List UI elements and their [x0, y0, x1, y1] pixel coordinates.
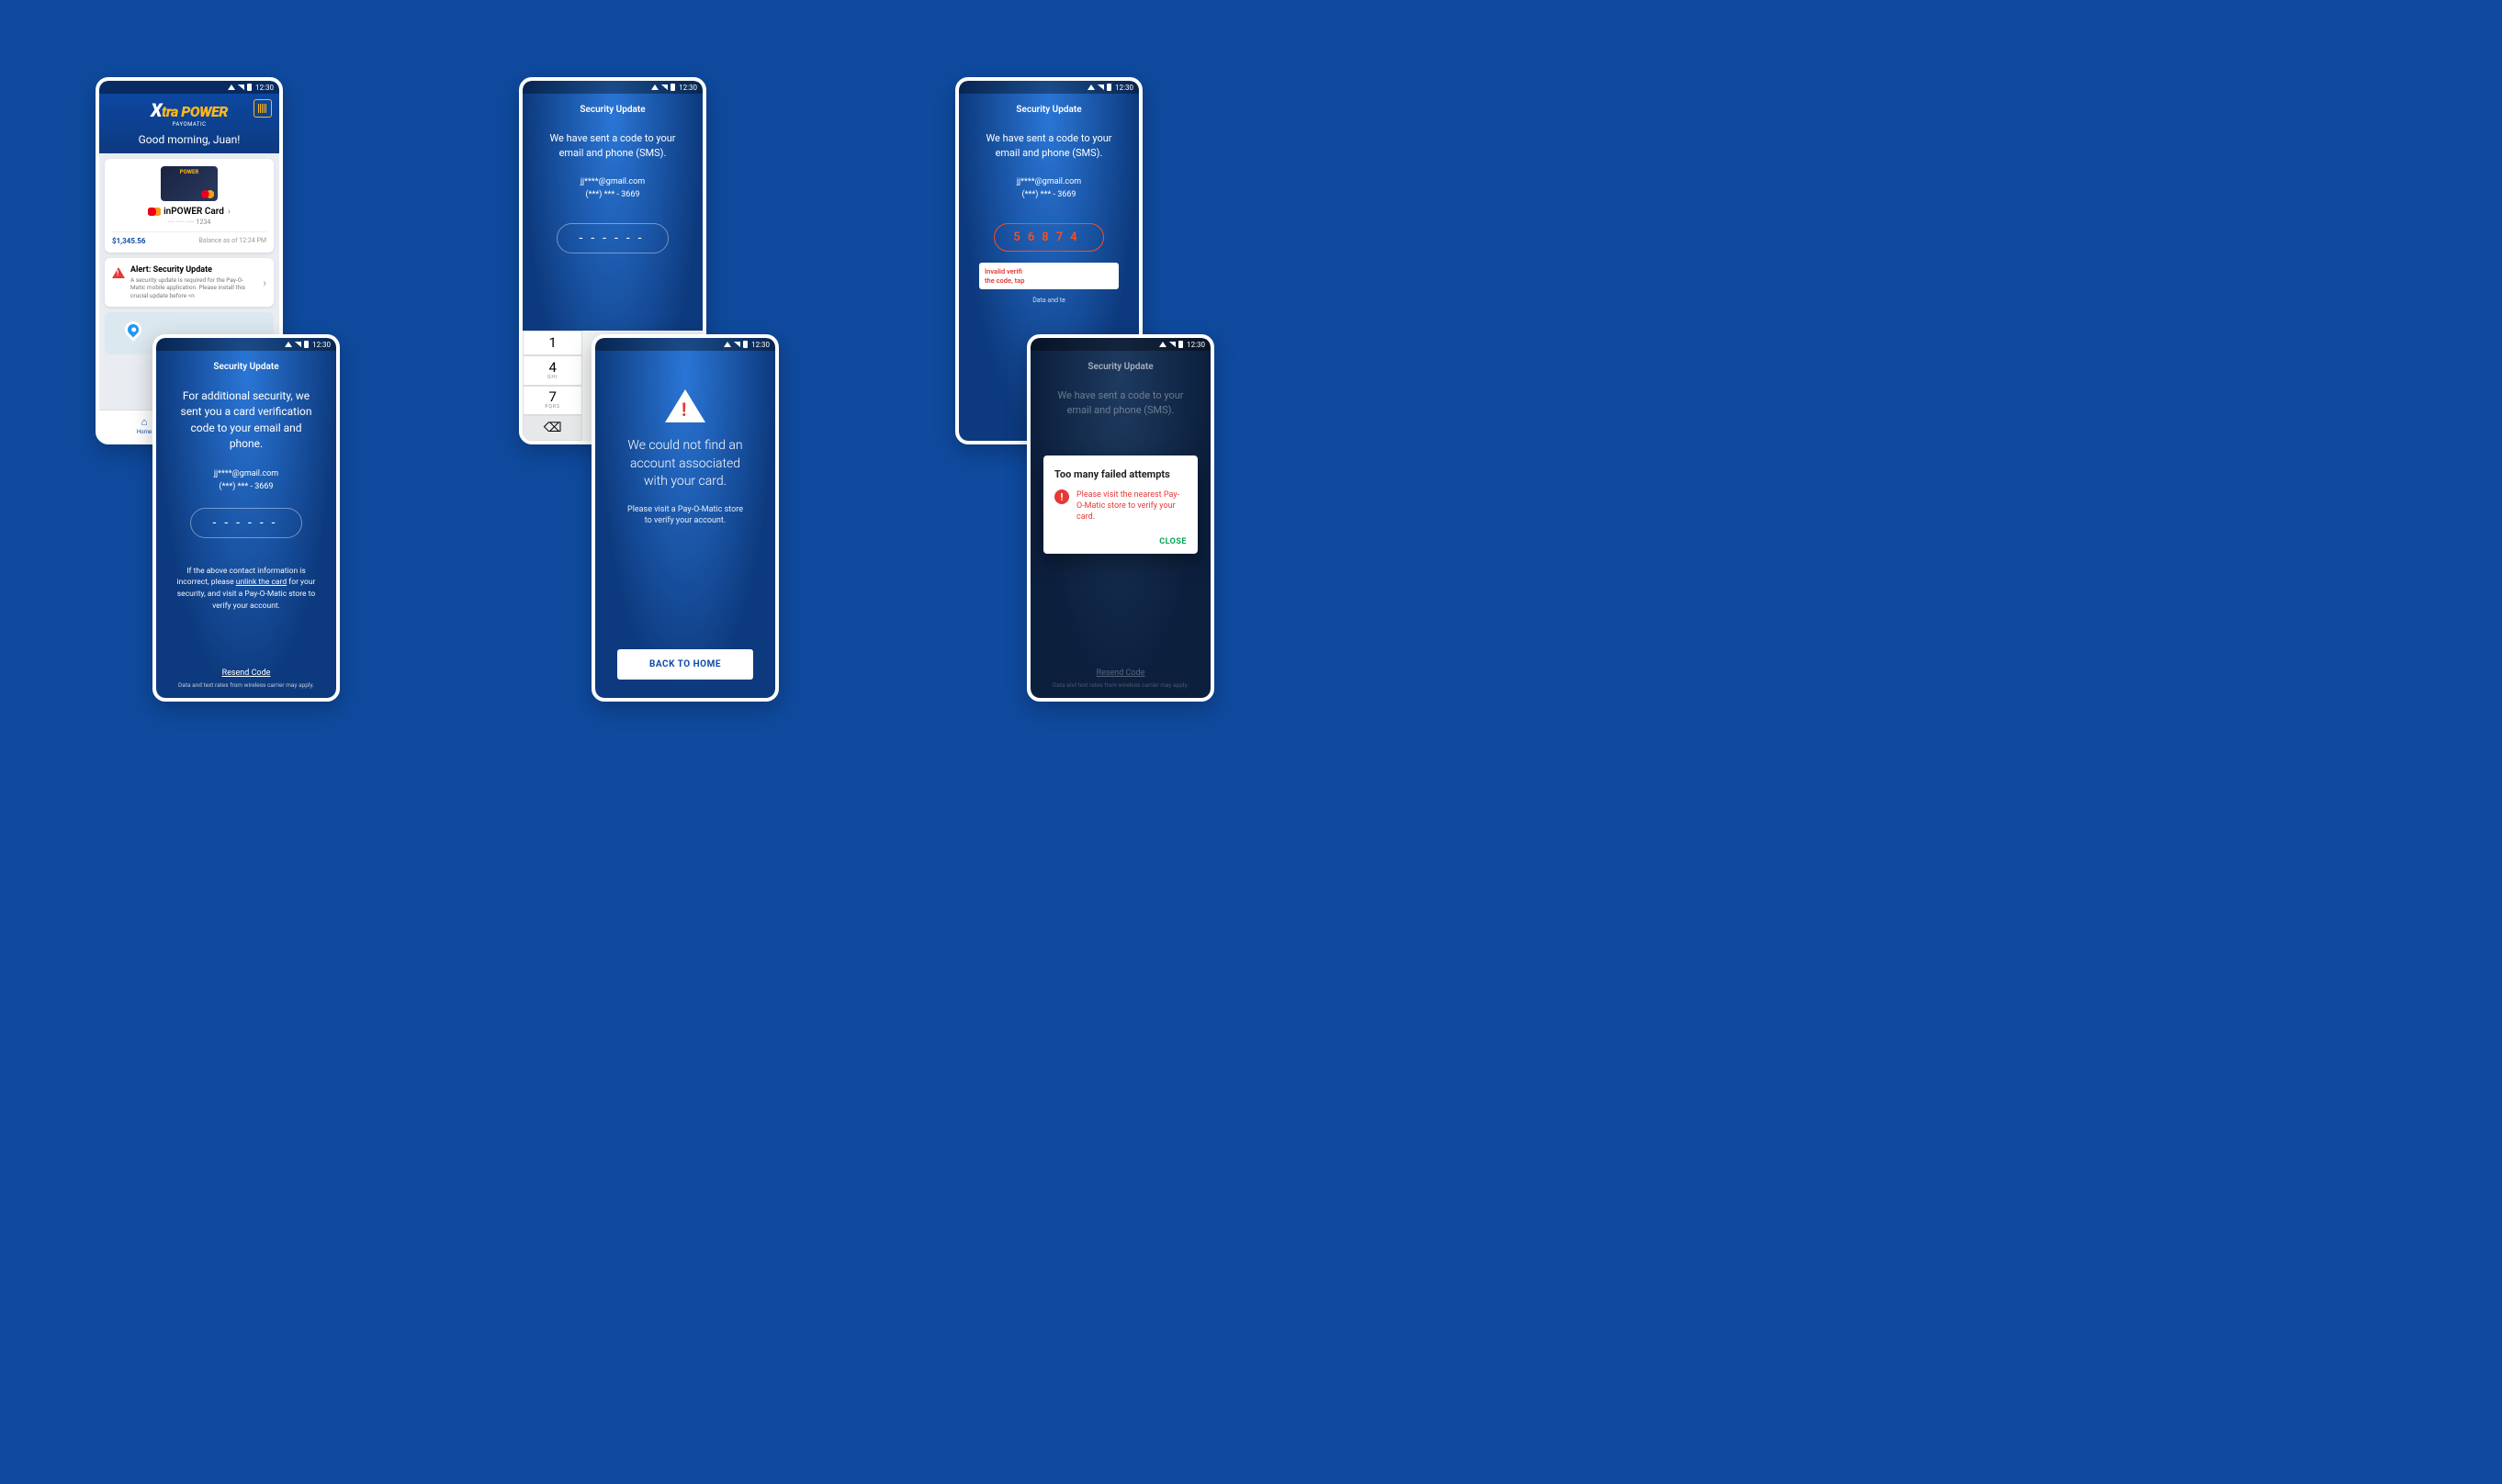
status-bar: 12:30 — [1031, 338, 1211, 351]
screen-title: Security Update — [173, 362, 320, 372]
map-pin-icon — [121, 319, 144, 342]
card-name: inPOWER Card — [112, 207, 266, 217]
mastercard-icon — [148, 208, 161, 216]
brand-logo: Xtra POWER — [108, 99, 270, 121]
disclaimer: Data and text rates from wireless carrie… — [1047, 681, 1194, 689]
phone-failed-modal: 12:30 Security Update We have sent a cod… — [1027, 334, 1214, 702]
modal-title: Too many failed attempts — [1054, 468, 1187, 480]
code-message: We have sent a code to your email and ph… — [539, 131, 686, 161]
alert-body: A security update is required for the Pa… — [130, 276, 257, 299]
status-bar: 12:30 — [595, 338, 775, 351]
greeting: Good morning, Juan! — [108, 133, 270, 146]
key-backspace[interactable]: ⌫ — [523, 415, 582, 441]
status-time: 12:30 — [255, 84, 274, 92]
unlink-card-link[interactable]: unlink the card — [236, 578, 287, 587]
chevron-right-icon: › — [263, 276, 266, 289]
resend-link: Resend Code — [1047, 669, 1194, 678]
alert-title: Alert: Security Update — [130, 265, 257, 275]
balance-asof: Balance as of 12:24 PM — [198, 237, 266, 245]
masked-email: jj****@gmail.com — [975, 177, 1122, 186]
masked-phone: (***) *** - 3669 — [539, 190, 686, 199]
phone-verify: 12:30 Security Update For additional sec… — [152, 334, 340, 702]
status-bar: 12:30 — [99, 81, 279, 94]
code-input-error[interactable]: 56874 — [994, 223, 1103, 252]
masked-email: jj****@gmail.com — [173, 469, 320, 478]
screen-title: Security Update — [539, 105, 686, 115]
modal-close-button[interactable]: CLOSE — [1054, 537, 1187, 546]
status-bar: 12:30 — [523, 81, 703, 94]
brand-sub: PAYOMATIC — [108, 121, 270, 128]
key-1[interactable]: 1 — [523, 331, 582, 355]
status-bar: 12:30 — [959, 81, 1139, 94]
key-4[interactable]: 4GHI — [523, 355, 582, 386]
masked-phone: (***) *** - 3669 — [975, 190, 1122, 199]
code-message: We have sent a code to your email and ph… — [1047, 388, 1194, 418]
warning-icon — [112, 267, 125, 278]
verify-message: For additional security, we sent you a c… — [173, 388, 320, 453]
warning-icon — [665, 389, 705, 422]
card-tile[interactable]: POWER inPOWER Card ···· ····· ····· 1234… — [105, 159, 274, 253]
balance-amount: $1,345.56 — [112, 237, 145, 245]
modal-message: Please visit the nearest Pay-O-Matic sto… — [1076, 489, 1187, 523]
alert-tile[interactable]: Alert: Security Update A security update… — [105, 258, 274, 307]
screen-title: Security Update — [1047, 362, 1194, 372]
inline-error: Invalid verifi the code, tap — [979, 263, 1119, 290]
backspace-icon: ⌫ — [544, 421, 562, 435]
key-7[interactable]: 7PQRS — [523, 386, 582, 416]
error-sub: Please visit a Pay-O-Matic store to veri… — [612, 504, 759, 527]
failed-attempts-modal: Too many failed attempts ! Please visit … — [1043, 455, 1198, 554]
card-image: POWER — [161, 166, 218, 201]
code-input[interactable]: ------ — [190, 508, 303, 538]
masked-email: jj****@gmail.com — [539, 177, 686, 186]
resend-link[interactable]: Resend Code — [173, 669, 320, 678]
phone-not-found: 12:30 We could not find an account assoc… — [592, 334, 779, 702]
back-to-home-button[interactable]: BACK TO HOME — [617, 649, 753, 680]
card-mask: ···· ····· ····· 1234 — [112, 219, 266, 226]
error-icon: ! — [1054, 489, 1069, 504]
code-input[interactable]: ------ — [557, 223, 670, 253]
code-message: We have sent a code to your email and ph… — [975, 131, 1122, 161]
help-text: If the above contact information is inco… — [173, 566, 320, 613]
masked-phone: (***) *** - 3669 — [173, 482, 320, 491]
barcode-button[interactable] — [254, 99, 272, 118]
error-message: We could not find an account associated … — [612, 437, 759, 491]
status-bar: 12:30 — [156, 338, 336, 351]
disclaimer: Data and text rates from wireless carrie… — [173, 681, 320, 689]
disclaimer: Data and te — [975, 297, 1122, 304]
home-icon: ⌂ — [141, 416, 148, 428]
screen-title: Security Update — [975, 105, 1122, 115]
